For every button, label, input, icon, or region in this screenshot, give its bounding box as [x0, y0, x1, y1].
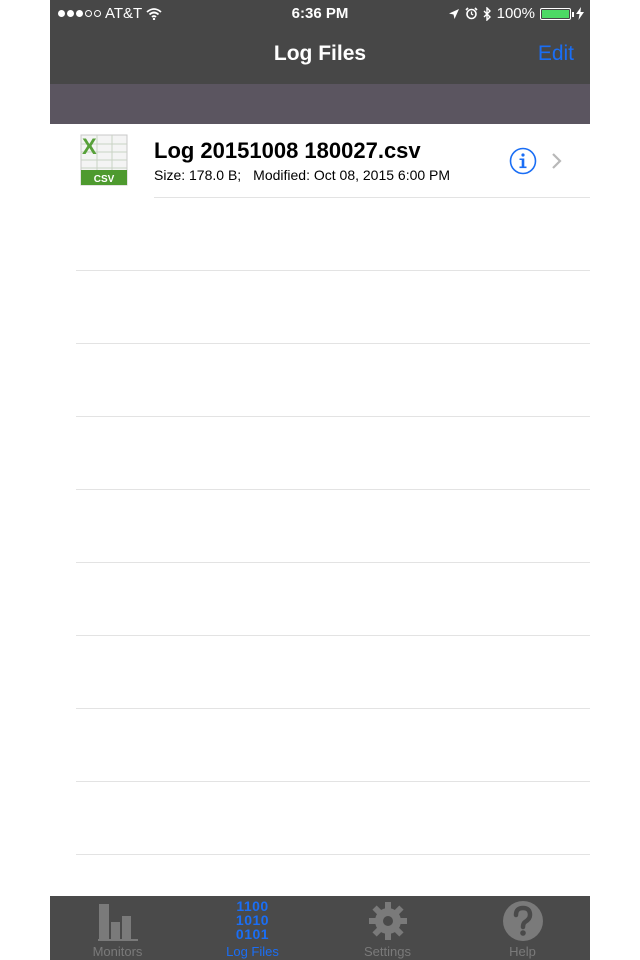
- csv-file-icon: X CSV: [80, 134, 128, 186]
- tab-bar: Monitors 1100 1010 0101 Log Files Settin…: [50, 896, 590, 960]
- bar-chart-icon: [97, 904, 138, 941]
- gear-icon: [368, 902, 407, 940]
- status-bar: AT&T 6:36 PM 100%: [50, 0, 590, 28]
- svg-text:CSV: CSV: [94, 174, 115, 185]
- navigation-bar: Log Files Edit: [50, 28, 590, 84]
- row-separator: [76, 854, 590, 855]
- battery-percent: 100%: [496, 5, 535, 22]
- battery-level: [542, 9, 569, 18]
- tab-label: Log Files: [226, 944, 279, 959]
- binary-icon: 1100 1010 0101: [235, 898, 270, 942]
- file-modified: Modified: Oct 08, 2015 6:00 PM: [253, 167, 451, 183]
- row-separator: [76, 708, 590, 709]
- tab-label: Settings: [364, 944, 411, 959]
- tab-label: Help: [509, 944, 536, 959]
- bluetooth-icon: [483, 6, 491, 21]
- list-item[interactable]: X CSV Log 20151008 180027.csv Size: 178.…: [50, 124, 590, 197]
- header-band: [50, 84, 590, 124]
- file-size: Size: 178.0 B;: [154, 167, 242, 183]
- phone-screen: AT&T 6:36 PM 100% Log Files Edit X CSV L…: [50, 0, 590, 960]
- row-separator: [76, 343, 590, 344]
- row-separator: [76, 270, 590, 271]
- svg-text:X: X: [82, 134, 97, 159]
- row-separator: [76, 562, 590, 563]
- tab-monitors[interactable]: Monitors: [50, 896, 185, 960]
- file-meta: Size: 178.0 B; Modified: Oct 08, 2015 6:0…: [154, 167, 450, 183]
- chevron-right-icon[interactable]: [550, 152, 564, 170]
- info-icon[interactable]: [509, 147, 537, 175]
- tab-help[interactable]: Help: [455, 896, 590, 960]
- log-file-list: X CSV Log 20151008 180027.csv Size: 178.…: [50, 124, 590, 855]
- battery-icon: [540, 7, 574, 20]
- tab-label: Monitors: [92, 944, 143, 959]
- location-arrow-icon: [448, 8, 459, 19]
- edit-button[interactable]: Edit: [538, 42, 574, 66]
- alarm-icon: [465, 7, 478, 20]
- row-separator: [76, 416, 590, 417]
- page-title: Log Files: [273, 42, 367, 65]
- status-right: 100%: [448, 5, 584, 22]
- tab-settings[interactable]: Settings: [320, 896, 455, 960]
- row-separator: [76, 489, 590, 490]
- row-separator: [76, 781, 590, 782]
- charging-bolt-icon: [576, 7, 584, 20]
- tab-log-files[interactable]: 1100 1010 0101 Log Files: [185, 896, 320, 960]
- file-name: Log 20151008 180027.csv: [154, 138, 421, 163]
- row-separator: [76, 635, 590, 636]
- question-icon: [502, 901, 543, 941]
- row-separator: [154, 197, 590, 198]
